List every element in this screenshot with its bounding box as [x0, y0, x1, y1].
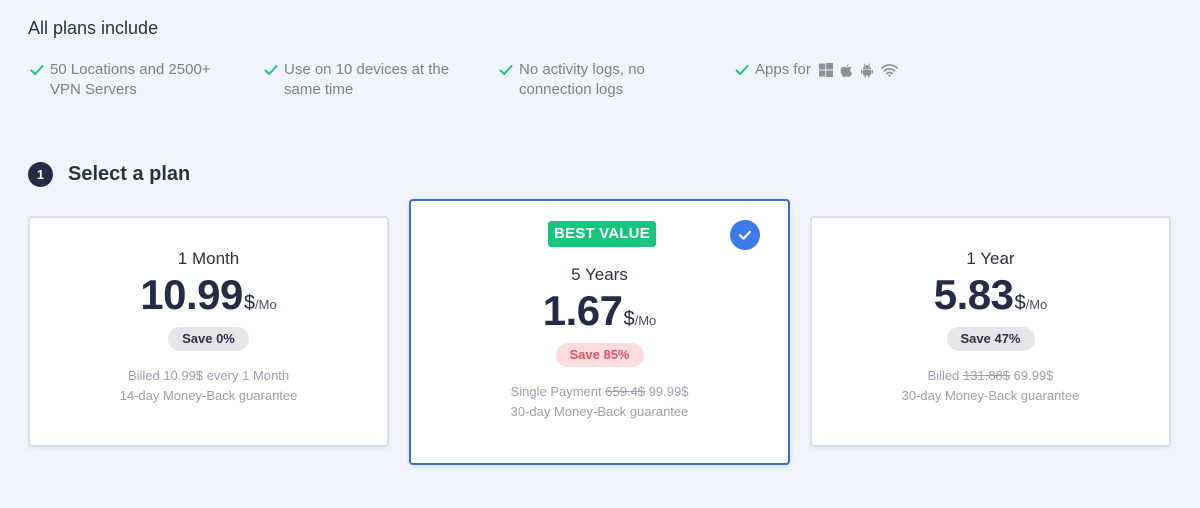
- selected-check-icon: [730, 220, 760, 250]
- save-badge: Save 85%: [555, 343, 644, 367]
- apps-row: Apps for: [755, 60, 898, 80]
- price-row: 10.99 $ /Mo: [30, 271, 387, 319]
- plan-name: 5 Years: [571, 265, 628, 284]
- guarantee-line: 30-day Money-Back guarantee: [510, 404, 689, 419]
- check-icon: [499, 65, 513, 75]
- price-currency: $: [1014, 292, 1026, 314]
- android-icon: [860, 63, 873, 77]
- billing-line: Billed 10.99$ every 1 Month: [127, 368, 290, 383]
- guarantee-line: 14-day Money-Back guarantee: [119, 388, 298, 403]
- feature-apps: Apps for: [735, 60, 898, 80]
- check-icon: [735, 65, 749, 75]
- plan-card-1-year[interactable]: 1 Year 5.83 $ /Mo Save 47% Billed 131.88…: [810, 216, 1171, 447]
- apple-icon: [840, 63, 853, 77]
- feature-text: 50 Locations and 2500+ VPN Servers: [50, 61, 211, 98]
- plan-price: 1.67: [542, 287, 623, 334]
- price-period: /Mo: [1025, 297, 1048, 312]
- billed-price: 99.99$: [648, 384, 689, 399]
- step-header: 1 Select a plan: [28, 162, 190, 187]
- billing-prefix: Billed: [927, 368, 960, 383]
- os-icons: [818, 63, 898, 78]
- check-icon: [30, 65, 44, 75]
- price-row: 1.67 $ /Mo: [411, 287, 788, 335]
- billing-line: Single Payment 659.4$ 99.99$: [411, 382, 788, 402]
- best-value-badge: BEST VALUE: [548, 221, 656, 247]
- save-badge: Save 47%: [946, 327, 1035, 351]
- plan-name: 1 Month: [177, 249, 240, 268]
- plan-price: 5.83: [933, 271, 1014, 318]
- price-currency: $: [243, 292, 256, 314]
- step-title: Select a plan: [68, 163, 191, 185]
- price-row: 5.83 $ /Mo: [812, 271, 1169, 319]
- guarantee-line: 30-day Money-Back guarantee: [901, 388, 1080, 403]
- price-currency: $: [623, 308, 635, 330]
- billing-line: Billed 131.88$ 69.99$: [812, 366, 1169, 386]
- plan-name: 1 Year: [966, 249, 1015, 268]
- price-period: /Mo: [634, 313, 657, 328]
- feature-no-logs: No activity logs, no connection logs: [499, 60, 664, 100]
- price-period: /Mo: [255, 297, 277, 312]
- feature-devices: Use on 10 devices at the same time: [264, 60, 454, 100]
- features-list: 50 Locations and 2500+ VPN Servers Use o…: [28, 60, 1178, 104]
- plans-include-title: All plans include: [28, 18, 159, 38]
- plan-card-5-years[interactable]: BEST VALUE 5 Years 1.67 $ /Mo Save 85% S…: [409, 199, 790, 465]
- feature-text: Apps for: [755, 61, 811, 78]
- original-price: 131.88$: [963, 368, 1011, 383]
- check-icon: [264, 65, 278, 75]
- feature-text: No activity logs, no connection logs: [519, 61, 645, 98]
- save-badge: Save 0%: [168, 327, 249, 351]
- billing-prefix: Single Payment: [510, 384, 602, 399]
- plan-card-1-month[interactable]: 1 Month 10.99 $ /Mo Save 0% Billed 10.99…: [28, 216, 389, 447]
- feature-text: Use on 10 devices at the same time: [284, 61, 450, 98]
- billed-price: 69.99$: [1013, 368, 1054, 383]
- plan-price: 10.99: [140, 271, 243, 318]
- wifi-icon: [880, 64, 898, 77]
- feature-locations: 50 Locations and 2500+ VPN Servers: [30, 60, 235, 100]
- step-number: 1: [28, 162, 53, 187]
- windows-icon: [818, 63, 833, 77]
- original-price: 659.4$: [605, 384, 646, 399]
